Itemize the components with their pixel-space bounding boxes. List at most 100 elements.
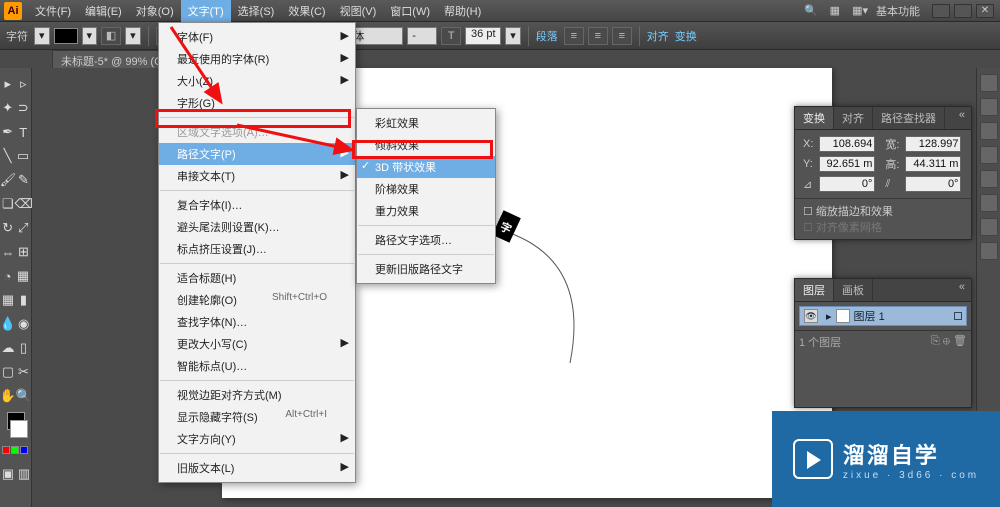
panel-tab-layers[interactable]: 图层 — [795, 279, 834, 301]
menu-item[interactable]: 彩虹效果 — [357, 112, 495, 134]
menu-对象[interactable]: 对象(O) — [129, 0, 181, 22]
font-size-dd[interactable]: ▾ — [505, 27, 521, 45]
menu-item[interactable]: 复合字体(I)… — [159, 194, 355, 216]
y-field[interactable] — [819, 156, 875, 172]
menu-item[interactable]: 阶梯效果 — [357, 178, 495, 200]
artboard-tool[interactable]: ▢ — [1, 361, 15, 383]
menu-item[interactable]: 串接文本(T)▶ — [159, 165, 355, 187]
menu-item[interactable]: 最近使用的字体(R)▶ — [159, 48, 355, 70]
panel-tab-transform[interactable]: 变换 — [795, 107, 834, 129]
blend-tool[interactable]: ◉ — [17, 313, 30, 335]
slice-tool[interactable]: ✂ — [17, 361, 30, 383]
magic-wand-tool[interactable]: ✦ — [1, 97, 15, 119]
direct-selection-tool[interactable]: ▹ — [17, 73, 31, 95]
x-field[interactable] — [819, 136, 875, 152]
rotate-tool[interactable]: ↻ — [1, 217, 15, 239]
menu-item[interactable]: 字体(F)▶ — [159, 26, 355, 48]
pen-tool[interactable]: ✒ — [1, 121, 15, 143]
menu-item[interactable]: 更改大小写(C)▶ — [159, 333, 355, 355]
stroke-dd[interactable]: ▾ — [125, 27, 141, 45]
line-tool[interactable]: ╲ — [1, 145, 14, 167]
workspace-label[interactable]: 基本功能 — [876, 3, 920, 19]
font-style-field[interactable]: - — [407, 27, 437, 45]
align-pixel-option[interactable]: ☐ 对齐像素网格 — [803, 219, 963, 235]
pencil-tool[interactable]: ✎ — [17, 169, 30, 191]
menu-item[interactable]: 路径文字(P)▶ — [159, 143, 355, 165]
rectangle-tool[interactable]: ▭ — [16, 145, 30, 167]
maximize-button[interactable] — [954, 4, 972, 18]
selection-tool[interactable]: ▸ — [1, 73, 15, 95]
menu-item[interactable]: 智能标点(U)… — [159, 355, 355, 377]
menu-item[interactable]: 创建轮廓(O)Shift+Ctrl+O — [159, 289, 355, 311]
perspective-tool[interactable]: ▦ — [16, 265, 30, 287]
dock-icon[interactable] — [980, 170, 998, 188]
menu-item[interactable]: 字形(G) — [159, 92, 355, 114]
dock-icon[interactable] — [980, 194, 998, 212]
menu-item[interactable]: 更新旧版路径文字 — [357, 258, 495, 280]
blob-tool[interactable]: ❏ — [1, 193, 15, 215]
panel-collapse[interactable]: « — [953, 279, 971, 301]
screen-mode[interactable]: ▣ — [1, 463, 15, 485]
menu-文字[interactable]: 文字(T) — [181, 0, 231, 22]
menu-item[interactable]: 文字方向(Y)▶ — [159, 428, 355, 450]
dock-icon[interactable] — [980, 98, 998, 116]
rotate-field[interactable] — [819, 176, 875, 192]
shape-builder-tool[interactable]: ◔ — [1, 265, 14, 287]
menu-item[interactable]: 旧版文本(L)▶ — [159, 457, 355, 479]
stroke-swatch[interactable]: ◧ — [101, 27, 121, 45]
fill-swatch[interactable] — [54, 28, 78, 44]
graph-tool[interactable]: ▯ — [17, 337, 30, 359]
menu-item[interactable]: 大小(Z)▶ — [159, 70, 355, 92]
close-button[interactable]: ✕ — [976, 4, 994, 18]
layer-target-icon[interactable] — [954, 312, 962, 320]
menu-效果[interactable]: 效果(C) — [281, 0, 332, 22]
w-field[interactable] — [905, 136, 961, 152]
shear-field[interactable] — [905, 176, 961, 192]
menu-item[interactable]: 适合标题(H) — [159, 267, 355, 289]
menu-选择[interactable]: 选择(S) — [231, 0, 282, 22]
type-tool[interactable]: T — [17, 121, 31, 143]
zoom-tool[interactable]: 🔍 — [17, 385, 31, 407]
scale-tool[interactable]: ⤢ — [17, 217, 31, 239]
font-size-field[interactable]: 36 pt — [465, 27, 501, 45]
eyedropper-tool[interactable]: 💧 — [1, 313, 15, 335]
panel-tab-artboards[interactable]: 画板 — [834, 279, 873, 301]
menu-item[interactable]: 查找字体(N)… — [159, 311, 355, 333]
eraser-tool[interactable]: ⌫ — [17, 193, 31, 215]
dock-icon[interactable] — [980, 122, 998, 140]
align-right-icon[interactable]: ≡ — [612, 27, 632, 45]
gradient-tool[interactable]: ▮ — [17, 289, 30, 311]
mesh-tool[interactable]: ▦ — [1, 289, 15, 311]
dock-icon[interactable] — [980, 146, 998, 164]
color-mode-swatches[interactable] — [2, 446, 29, 454]
visibility-icon[interactable]: 👁 — [804, 309, 818, 323]
menu-视图[interactable]: 视图(V) — [333, 0, 384, 22]
width-tool[interactable]: ⇔ — [1, 241, 15, 263]
menu-item[interactable]: 路径文字选项… — [357, 229, 495, 251]
h-field[interactable] — [905, 156, 961, 172]
menu-item[interactable]: 避头尾法则设置(K)… — [159, 216, 355, 238]
tool-icon[interactable]: 🔍 — [800, 4, 822, 17]
menu-文件[interactable]: 文件(F) — [28, 0, 78, 22]
dock-icon[interactable] — [980, 218, 998, 236]
tool-icon[interactable]: ▦▾ — [848, 4, 872, 17]
menu-item[interactable]: 3D 带状效果✓ — [357, 156, 495, 178]
menu-item[interactable]: 重力效果 — [357, 200, 495, 222]
align-left-icon[interactable]: ≡ — [564, 27, 584, 45]
align-link[interactable]: 对齐 — [647, 28, 669, 44]
panel-tab-pathfinder[interactable]: 路径查找器 — [873, 107, 945, 129]
brush-tool[interactable]: 🖌 — [1, 169, 15, 191]
scale-stroke-option[interactable]: ☐ 缩放描边和效果 — [803, 203, 963, 219]
panel-tab-align[interactable]: 对齐 — [834, 107, 873, 129]
minimize-button[interactable] — [932, 4, 950, 18]
menu-窗口[interactable]: 窗口(W) — [383, 0, 437, 22]
layer-row[interactable]: 👁 ▸ 图层 1 — [799, 306, 967, 326]
screen-mode-2[interactable]: ▥ — [17, 463, 31, 485]
menu-item[interactable]: 视觉边距对齐方式(M) — [159, 384, 355, 406]
dock-icon[interactable] — [980, 74, 998, 92]
menu-item[interactable]: 标点挤压设置(J)… — [159, 238, 355, 260]
transform-link[interactable]: 变换 — [675, 28, 697, 44]
fill-dd[interactable]: ▾ — [82, 27, 98, 45]
align-center-icon[interactable]: ≡ — [588, 27, 608, 45]
panel-collapse[interactable]: « — [953, 107, 971, 129]
